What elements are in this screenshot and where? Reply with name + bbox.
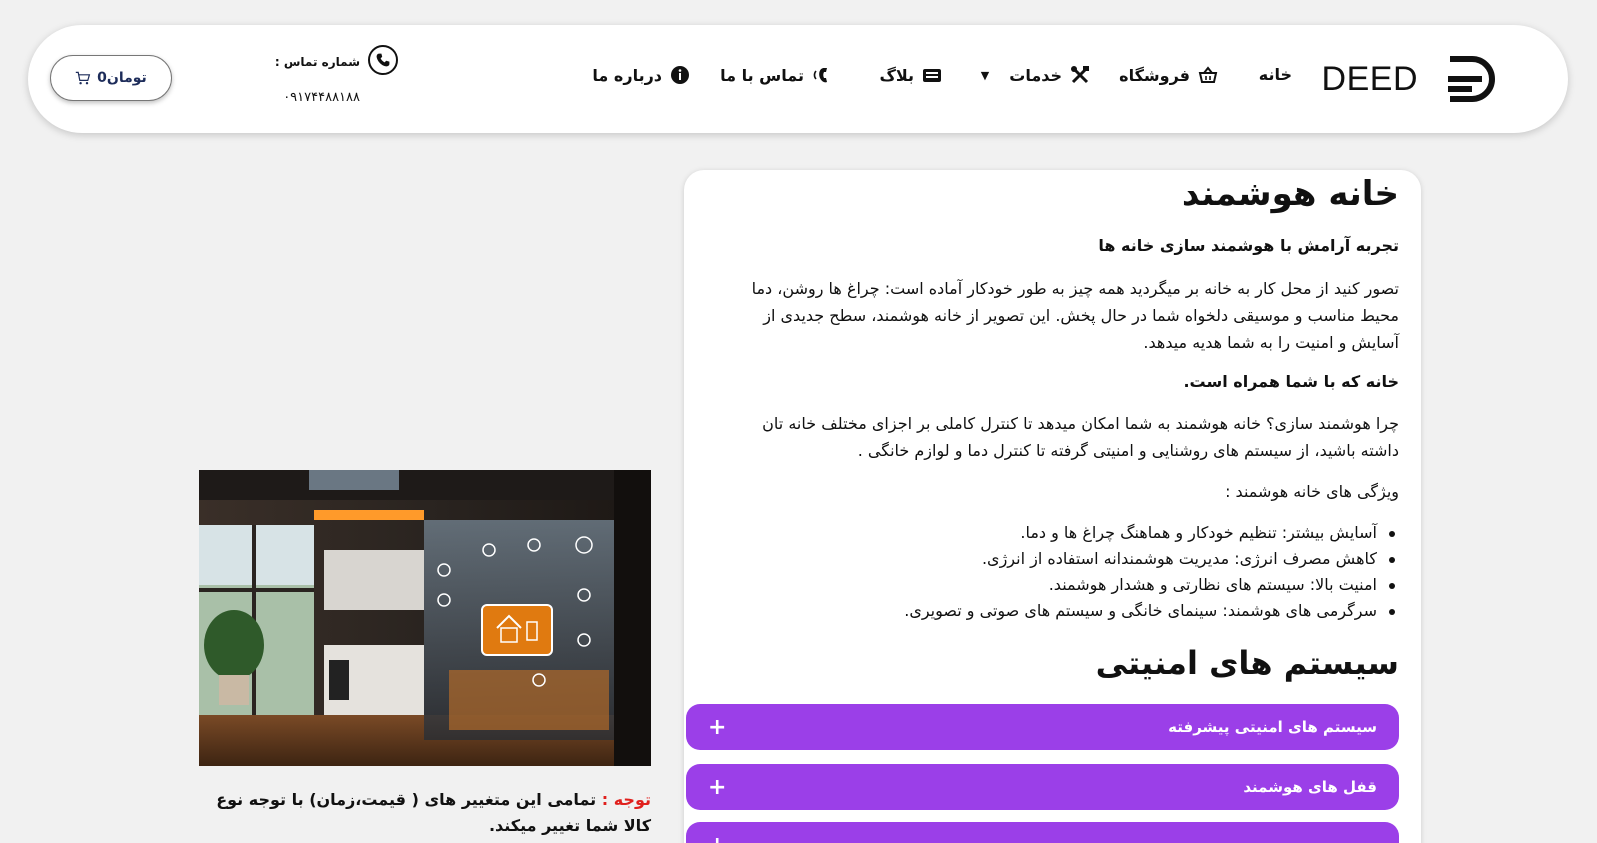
phone-icon[interactable] [368,45,398,75]
nav-shop[interactable]: فروشگاه [1119,65,1218,85]
chevron-down-icon: ▼ [980,68,990,82]
list-item: سرگرمی های هوشمند: سینمای خانگی و سیستم … [719,598,1399,624]
section-title: سیستم های امنیتی [1095,644,1399,682]
nav-contact[interactable]: تماس با ما [720,65,832,85]
accordion-label: سیستم های امنیتی پیشرفته [1168,718,1377,736]
plus-icon[interactable]: + [708,775,726,800]
list-item: امنیت بالا: سیستم های نظارتی و هشدار هوش… [719,572,1399,598]
nav-home[interactable]: خانه [1259,65,1292,84]
intro-paragraph: تصور کنید از محل کار به خانه بر میگردید … [751,279,1399,352]
page-title: خانه هوشمند [1181,174,1399,214]
plus-icon[interactable]: + [708,715,726,740]
basket-icon [1198,66,1218,83]
tools-icon [1071,66,1089,84]
info-icon [671,66,689,84]
smart-home-image [199,470,651,766]
phone-volume-icon [813,68,827,83]
nav-about-label: درباره ما [592,65,662,85]
page-subtitle: تجربه آرامش با هوشمند سازی خانه ها [1098,236,1399,255]
nav-services[interactable]: خدمات ▼ [981,65,1090,85]
logo-mark-icon [1448,56,1495,102]
nav-blog-label: بلاگ [879,65,914,85]
blog-icon [923,69,941,82]
note-text: تمامی این متغییر های ( قیمت،زمان) با توج… [216,790,651,835]
features-heading: ویژگی های خانه هوشمند : [1225,482,1399,501]
nav-contact-label: تماس با ما [720,65,804,85]
logo-text: DEED [1321,59,1418,98]
plus-icon[interactable]: + [708,833,726,843]
contact-label: شماره تماس : [274,55,360,69]
contact-phone[interactable]: ۰۹۱۷۴۴۸۸۱۸۸ [283,90,360,105]
why-paragraph: چرا هوشمند سازی؟ خانه هوشمند به شما امکا… [762,414,1399,460]
nav-blog[interactable]: بلاگ [879,65,942,85]
contact-info: شماره تماس : ۰۹۱۷۴۴۸۸۱۸۸ [248,45,398,115]
accordion-item-advanced-security[interactable]: سیستم های امنیتی پیشرفته + [686,704,1399,750]
accordion-item-3[interactable]: + [686,822,1399,843]
accordion-item-smart-locks[interactable]: قفل های هوشمند + [686,764,1399,810]
nav-about[interactable]: درباره ما [592,65,690,85]
site-header: DEED خانه فروشگاه خدمات ▼ بلاگ تماس با م… [28,25,1568,133]
cart-total: تومان0 [97,70,147,86]
price-note: توجه : تمامی این متغییر های ( قیمت،زمان)… [199,787,651,839]
cart-button[interactable]: تومان0 [50,55,172,101]
note-label: توجه : [601,790,651,809]
nav-services-label: خدمات [1009,65,1062,85]
accordion-label: قفل های هوشمند [1243,778,1377,796]
tagline: خانه که با شما همراه است. [1183,372,1399,391]
list-item: کاهش مصرف انرژی: مدیریت هوشمندانه استفاد… [719,546,1399,572]
cart-icon [75,71,91,85]
content-card: خانه هوشمند تجربه آرامش با هوشمند سازی خ… [684,170,1421,843]
nav-home-label: خانه [1258,65,1292,84]
list-item: آسایش بیشتر: تنظیم خودکار و هماهنگ چراغ … [719,520,1399,546]
nav-shop-label: فروشگاه [1119,65,1190,85]
logo[interactable]: DEED [1322,49,1496,109]
features-list: آسایش بیشتر: تنظیم خودکار و هماهنگ چراغ … [719,520,1399,624]
